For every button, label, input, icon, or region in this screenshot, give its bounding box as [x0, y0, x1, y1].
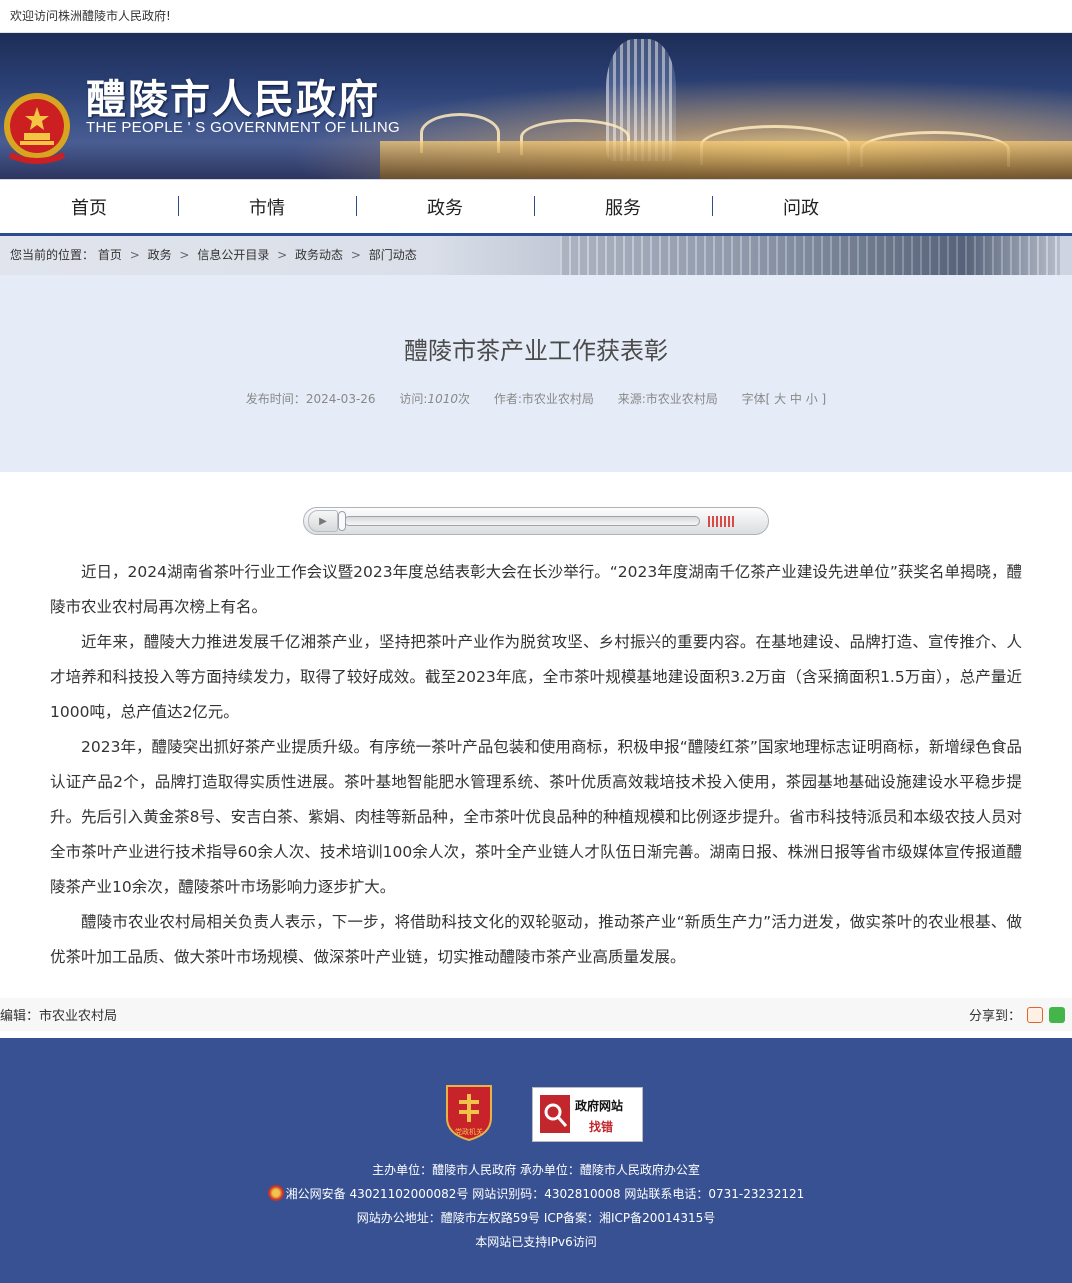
breadcrumb-separator: > — [350, 248, 361, 262]
visit-count: 访问:1010次 — [399, 392, 470, 406]
breadcrumb-separator: > — [277, 248, 288, 262]
svg-text:党政机关: 党政机关 — [455, 1127, 483, 1136]
publish-time: 发布时间：2024-03-26 — [245, 392, 376, 406]
header-banner: 醴陵市人民政府 THE PEOPLE ' S GOVERNMENT OF LIL… — [0, 33, 1072, 179]
welcome-text: 欢迎访问株洲醴陵市人民政府! — [10, 9, 171, 23]
find-mistake-title: 政府网站 — [575, 1099, 624, 1113]
find-mistake-badge[interactable]: 政府网站 找错 — [532, 1087, 643, 1142]
footer-address: 网站办公地址：醴陵市左权路59号 ICP备案：湘ICP备20014315号 — [356, 1211, 716, 1225]
breadcrumb-item-news[interactable]: 政务动态 — [295, 248, 343, 262]
audio-player: ▶ — [303, 507, 769, 535]
site-footer: 党政机关 政府网站 找错 主办单位：醴陵市人民政府 承办单位：醴陵市人民政府办公… — [0, 1038, 1072, 1283]
article-paragraph: 2023年，醴陵突出抓好茶产业提质升级。有序统一茶叶产品包装和使用商标，积极申报… — [50, 738, 1022, 896]
audio-progress-track[interactable] — [344, 516, 700, 526]
breadcrumb-item-affairs[interactable]: 政务 — [148, 248, 172, 262]
article-body: 近日，2024湖南省茶叶行业工作会议暨2023年度总结表彰大会在长沙举行。“20… — [0, 535, 1072, 975]
article-author: 作者:市农业农村局 — [493, 392, 594, 406]
nav-home[interactable]: 首页 — [0, 194, 178, 220]
volume-icon[interactable] — [708, 516, 734, 527]
breadcrumb-item-department[interactable]: 部门动态 — [369, 248, 417, 262]
play-icon[interactable]: ▶ — [308, 510, 338, 532]
magnifier-icon — [540, 1095, 570, 1133]
party-government-badge-icon[interactable]: 党政机关 — [443, 1082, 495, 1142]
breadcrumb-bar: 您当前的位置： 首页 > 政务 > 信息公开目录 > 政务动态 > 部门动态 — [0, 236, 1072, 275]
find-mistake-subtitle: 找错 — [589, 1120, 614, 1134]
nav-city-info[interactable]: 市情 — [178, 194, 356, 220]
article-paragraph: 近日，2024湖南省茶叶行业工作会议暨2023年度总结表彰大会在长沙举行。“20… — [50, 563, 1022, 616]
main-nav: 首页 市情 政务 服务 问政 — [0, 179, 1072, 233]
footer-ipv6: 本网站已支持IPv6访问 — [475, 1235, 597, 1249]
article-meta: 发布时间：2024-03-26 访问:1010次 作者:市农业农村局 来源:市农… — [0, 390, 1072, 407]
national-emblem-icon — [4, 93, 70, 164]
weibo-icon[interactable] — [1027, 1006, 1043, 1023]
breadcrumb: 您当前的位置： 首页 > 政务 > 信息公开目录 > 政务动态 > 部门动态 — [0, 236, 1072, 275]
share-label: 分享到： — [968, 1009, 1021, 1024]
site-title-en: THE PEOPLE ' S GOVERNMENT OF LILING — [86, 119, 400, 136]
article-title: 醴陵市茶产业工作获表彰 — [404, 337, 668, 365]
nav-services[interactable]: 服务 — [534, 194, 712, 220]
breadcrumb-item-home[interactable]: 首页 — [98, 248, 122, 262]
police-badge-icon — [267, 1185, 284, 1201]
editor-share-bar: 编辑：市农业农村局 分享到： — [0, 998, 1072, 1031]
article-header: 醴陵市茶产业工作获表彰 发布时间：2024-03-26 访问:1010次 作者:… — [0, 275, 1072, 472]
nav-government-affairs[interactable]: 政务 — [356, 194, 534, 220]
footer-record: 湘公网安备 43021102000082号 网站识别码：4302810008 网… — [0, 1182, 1072, 1206]
breadcrumb-separator: > — [179, 248, 190, 262]
share-group: 分享到： — [969, 1005, 1072, 1024]
article-paragraph: 近年来，醴陵大力推进发展千亿湘茶产业，坚持把茶叶产业作为脱贫攻坚、乡村振兴的重要… — [50, 633, 1022, 721]
editor-label: 编辑：市农业农村局 — [0, 1009, 118, 1024]
breadcrumb-prefix: 您当前的位置： — [10, 248, 95, 262]
article-source: 来源:市农业农村局 — [617, 392, 718, 406]
wechat-icon[interactable] — [1049, 1006, 1065, 1023]
nav-inquiry[interactable]: 问政 — [712, 194, 890, 220]
top-welcome-bar: 欢迎访问株洲醴陵市人民政府! — [0, 0, 1072, 33]
audio-progress-handle[interactable] — [338, 511, 346, 531]
font-size-switch[interactable]: 字体[ 大 中 小 ] — [742, 392, 827, 406]
breadcrumb-item-catalog[interactable]: 信息公开目录 — [197, 248, 269, 262]
site-title: 醴陵市人民政府 — [86, 76, 380, 123]
breadcrumb-separator: > — [129, 248, 140, 262]
article-paragraph: 醴陵市农业农村局相关负责人表示，下一步，将借助科技文化的双轮驱动，推动茶产业“新… — [50, 913, 1022, 966]
footer-sponsor: 主办单位：醴陵市人民政府 承办单位：醴陵市人民政府办公室 — [372, 1163, 700, 1177]
